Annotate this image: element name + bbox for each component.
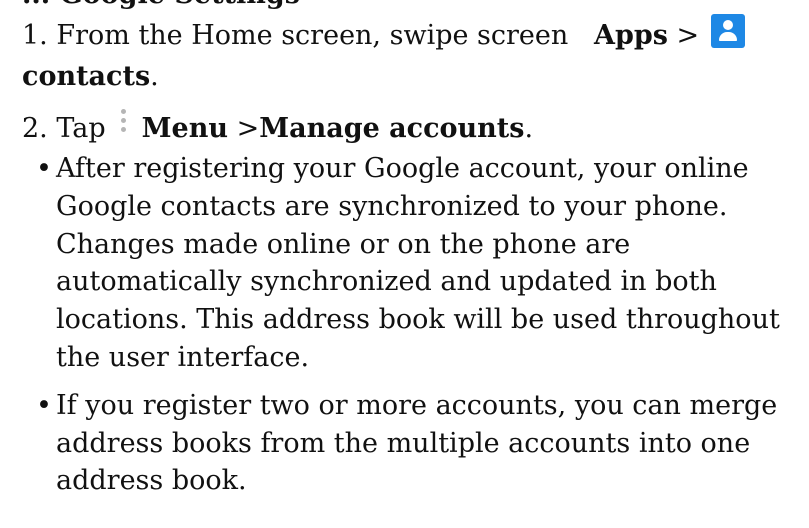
step-2-text: Tap — [56, 113, 106, 144]
list-item: • After registering your Google account,… — [36, 150, 796, 377]
step-1-text: From the Home screen, swipe screen — [56, 20, 569, 51]
notes-list: • After registering your Google account,… — [36, 150, 796, 510]
manage-accounts-label: Manage accounts — [259, 113, 525, 144]
contacts-label: contacts — [22, 61, 151, 92]
step-1-end: . — [150, 61, 159, 92]
step-2-number: 2. — [22, 113, 48, 144]
step-1-continued: contacts. — [22, 57, 159, 97]
step-2-end: . — [524, 113, 534, 144]
step-1-number: 1. — [22, 20, 48, 51]
contacts-person-icon — [711, 14, 746, 48]
list-item: • If you register two or more accounts, … — [36, 387, 796, 500]
step-1: 1. From the Home screen, swipe screen Ap… — [22, 14, 746, 56]
bullet-mark: • — [36, 389, 52, 421]
step-1-separator: > — [676, 20, 700, 51]
step-2-separator: > — [236, 113, 260, 144]
bullet-text: If you register two or more accounts, yo… — [56, 389, 778, 497]
apps-label: Apps — [594, 20, 668, 51]
menu-label: Menu — [141, 113, 228, 144]
step-2: 2. Tap Menu >Manage accounts. — [22, 109, 533, 149]
bullet-text: After registering your Google account, y… — [56, 153, 780, 373]
bullet-mark: • — [36, 153, 52, 184]
menu-vertical-dots-icon — [118, 109, 128, 139]
section-heading-cropped: ... Google Settings — [22, 0, 300, 12]
